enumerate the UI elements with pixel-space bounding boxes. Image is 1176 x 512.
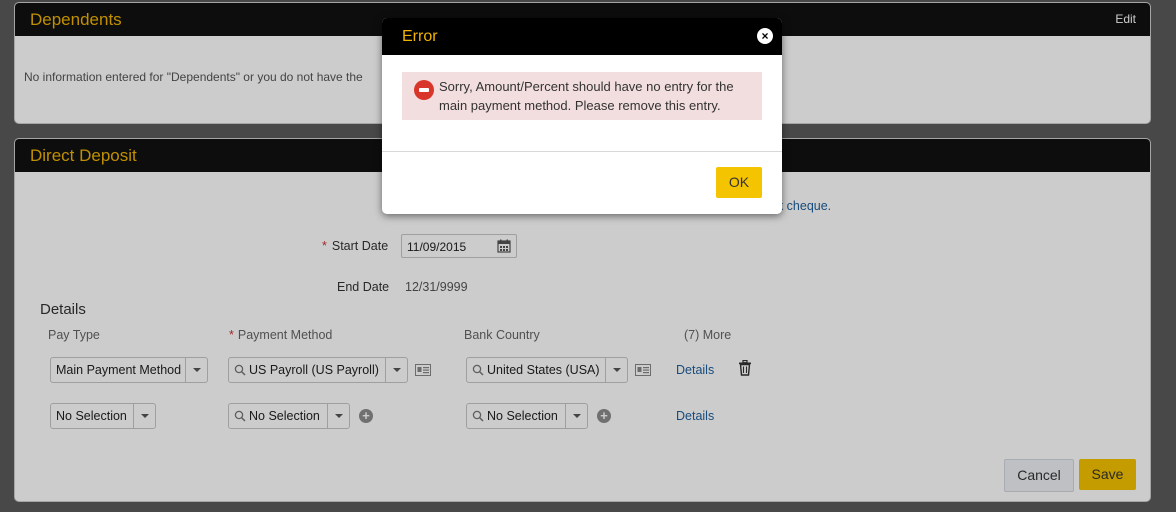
error-message-box: Sorry, Amount/Percent should have no ent… [402, 72, 762, 120]
error-icon [414, 80, 434, 100]
error-dialog: Error × Sorry, Amount/Percent should hav… [382, 18, 782, 214]
dialog-header: Error × [382, 18, 782, 55]
dialog-title: Error [402, 28, 438, 45]
dialog-divider [382, 151, 782, 152]
close-icon[interactable]: × [757, 28, 773, 44]
error-message: Sorry, Amount/Percent should have no ent… [439, 79, 734, 113]
ok-button[interactable]: OK [716, 167, 762, 198]
